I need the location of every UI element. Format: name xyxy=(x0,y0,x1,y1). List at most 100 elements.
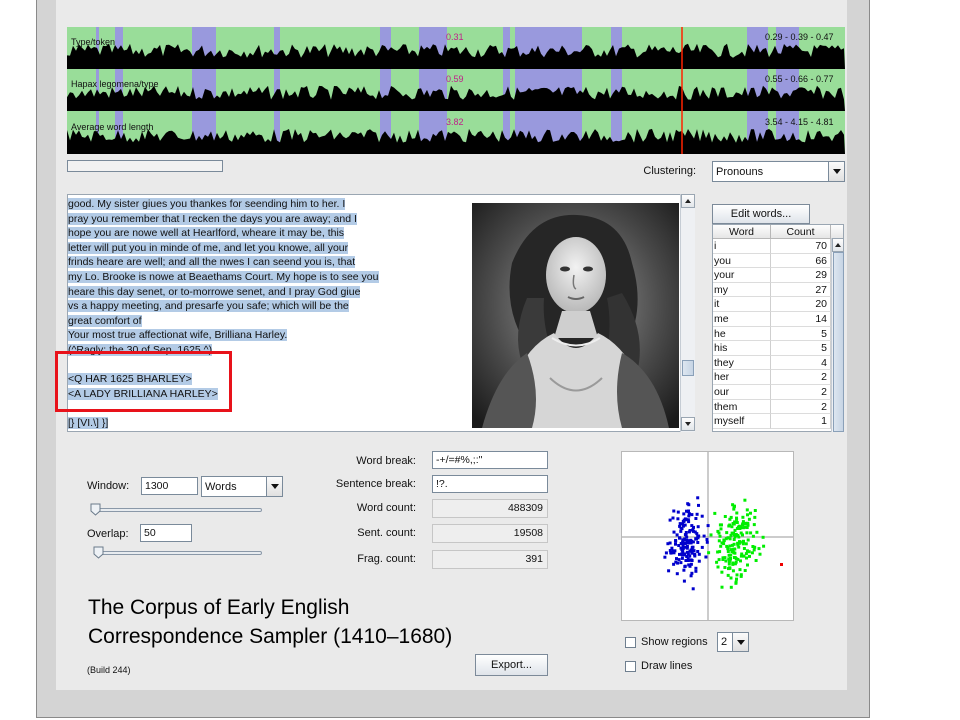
clustering-select[interactable]: Pronouns xyxy=(712,161,845,182)
text-line: [} [VI.\] }] xyxy=(68,416,109,430)
cell-word: my xyxy=(713,282,771,298)
cell-word: her xyxy=(713,370,771,385)
table-row[interactable]: myself 1 xyxy=(713,414,831,429)
regions-count-select[interactable]: 2 xyxy=(717,632,749,652)
table-row[interactable]: my 27 xyxy=(713,282,831,298)
track-label-type-token: Type/token xyxy=(71,37,116,47)
text-line-content: pray you remember that I recken the days… xyxy=(68,212,357,225)
build-label: (Build 244) xyxy=(87,665,131,675)
window-unit-select[interactable]: Words xyxy=(201,476,283,497)
table-row[interactable]: he 5 xyxy=(713,326,831,342)
cell-count: 20 xyxy=(771,297,831,312)
overlap-slider-track[interactable] xyxy=(94,551,262,555)
table-scroll-thumb[interactable] xyxy=(833,252,844,432)
table-row[interactable]: our 2 xyxy=(713,385,831,400)
table-row[interactable]: her 2 xyxy=(713,370,831,385)
edit-words-button[interactable]: Edit words... xyxy=(712,204,810,224)
table-row[interactable]: it 20 xyxy=(713,297,831,312)
word-break-input[interactable]: -+/=#%,;:" xyxy=(432,451,548,469)
table-row[interactable]: you 66 xyxy=(713,253,831,269)
word-count-table[interactable]: Word Count i 70 you 66 your 29 my 27 it 20 me 14 he 5… xyxy=(712,224,844,432)
overlap-label: Overlap: xyxy=(87,528,129,540)
cell-word: me xyxy=(713,312,771,327)
window-unit-value: Words xyxy=(205,480,237,493)
cell-count: 5 xyxy=(771,326,831,342)
track-value-hapax: 0.59 xyxy=(446,74,464,84)
text-line: hope you are nowe well at Hearlford, whe… xyxy=(68,226,345,240)
timeline-chart-svg xyxy=(67,27,845,154)
chevron-down-icon[interactable] xyxy=(828,162,844,181)
export-button[interactable]: Export... xyxy=(475,654,548,676)
timeline-charts[interactable]: Type/token 0.31 0.29 - 0.39 - 0.47 Hapax… xyxy=(67,27,845,154)
cell-count: 2 xyxy=(771,385,831,400)
scroll-up-arrow-icon[interactable] xyxy=(681,194,695,208)
text-line-content: letter will put you in minde of me, and … xyxy=(68,241,349,254)
text-line: my Lo. Brooke is nowe at Beaethams Court… xyxy=(68,270,379,284)
window-slider-track[interactable] xyxy=(91,508,262,512)
sentence-break-label: Sentence break: xyxy=(335,478,416,490)
track-label-word-length: Average word length xyxy=(71,122,154,132)
cell-word: he xyxy=(713,326,771,342)
text-scrollbar[interactable] xyxy=(680,194,695,432)
cell-word: your xyxy=(713,268,771,283)
text-line: vs a happy meeting, and presarfe you saf… xyxy=(68,299,349,313)
overlay-title-line-2: Correspondence Sampler (1410–1680) xyxy=(88,625,453,648)
table-row[interactable]: me 14 xyxy=(713,312,831,327)
track-value-word-length: 3.82 xyxy=(446,117,464,127)
window-slider-knob[interactable] xyxy=(90,503,101,516)
chevron-down-icon[interactable] xyxy=(266,477,282,496)
overlap-slider-knob[interactable] xyxy=(93,546,104,559)
progress-bar xyxy=(67,160,223,172)
text-scroll-thumb[interactable] xyxy=(682,360,694,376)
text-line-content: [} [VI.\] }] xyxy=(68,417,109,429)
window-label: Window: xyxy=(87,480,130,492)
sent-count-label: Sent. count: xyxy=(357,527,416,539)
sentence-break-input[interactable]: !?. xyxy=(432,475,548,493)
text-line-content: hope you are nowe well at Hearlford, whe… xyxy=(68,227,345,240)
regions-count-value: 2 xyxy=(721,636,728,648)
draw-lines-label: Draw lines xyxy=(641,660,693,672)
cell-count: 70 xyxy=(771,239,831,254)
draw-lines-checkbox[interactable] xyxy=(625,661,636,672)
show-regions-checkbox[interactable] xyxy=(625,637,636,648)
cluster-scatter-plot[interactable] xyxy=(621,451,794,621)
track-range-hapax: 0.55 - 0.66 - 0.77 xyxy=(765,74,834,84)
highlight-annotation-box xyxy=(55,351,232,412)
cell-word: his xyxy=(713,341,771,356)
cell-word: they xyxy=(713,355,771,371)
text-line-content: great comfort of xyxy=(68,314,142,327)
frag-count-value: 391 xyxy=(432,550,548,569)
table-row[interactable]: i 70 xyxy=(713,239,831,254)
clustering-label: Clustering: xyxy=(643,165,696,177)
frag-count-label: Frag. count: xyxy=(357,553,416,565)
cell-word: myself xyxy=(713,414,771,429)
clustering-select-value: Pronouns xyxy=(716,165,764,178)
table-row[interactable]: they 4 xyxy=(713,355,831,371)
text-line-content: vs a happy meeting, and presarfe you saf… xyxy=(68,300,349,313)
window-size-input[interactable]: 1300 xyxy=(141,477,198,495)
table-scrollbar[interactable] xyxy=(831,238,844,432)
cell-word: our xyxy=(713,385,771,400)
chevron-down-icon[interactable] xyxy=(732,633,748,651)
overlay-title-line-1: The Corpus of Early English xyxy=(88,596,350,619)
track-range-type-token: 0.29 - 0.39 - 0.47 xyxy=(765,32,834,42)
table-row[interactable]: them 2 xyxy=(713,399,831,415)
table-row[interactable]: his 5 xyxy=(713,341,831,356)
text-line-content: good. My sister giues you thankes for se… xyxy=(68,198,346,210)
track-value-type-token: 0.31 xyxy=(446,32,464,42)
cell-count: 1 xyxy=(771,414,831,429)
cell-count: 14 xyxy=(771,312,831,327)
text-line-content: frinds heare are well; and all the nwes … xyxy=(68,256,356,269)
scroll-up-arrow-icon[interactable] xyxy=(832,238,844,252)
cell-count: 4 xyxy=(771,355,831,371)
scroll-down-arrow-icon[interactable] xyxy=(681,417,695,431)
text-line-content: Your most true affectionat wife, Brillia… xyxy=(68,329,288,342)
overlay-title: The Corpus of Early English Corresponden… xyxy=(88,593,452,651)
column-header-word[interactable]: Word xyxy=(713,225,771,239)
column-header-count[interactable]: Count xyxy=(771,225,831,239)
scatter-svg xyxy=(622,452,793,620)
text-line: good. My sister giues you thankes for se… xyxy=(68,197,346,211)
table-corner xyxy=(831,225,843,239)
overlap-input[interactable]: 50 xyxy=(140,524,192,542)
table-row[interactable]: your 29 xyxy=(713,268,831,283)
